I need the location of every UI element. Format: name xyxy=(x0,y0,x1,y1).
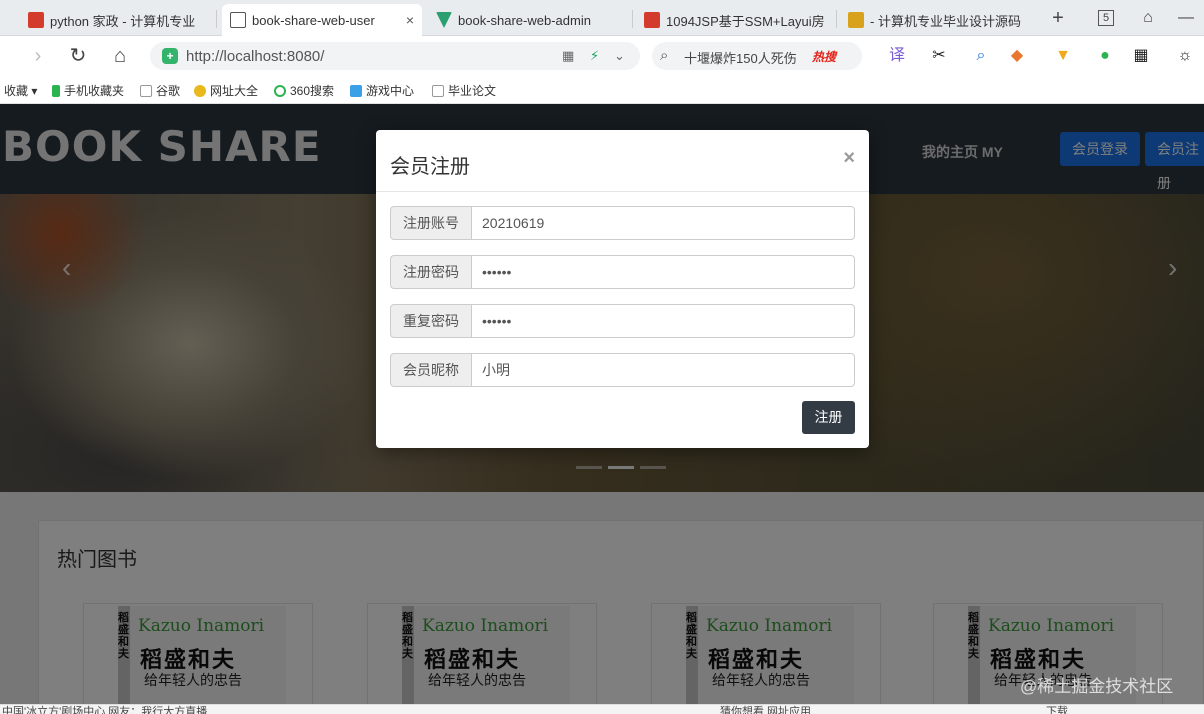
scissors-icon[interactable]: ✂ xyxy=(926,44,952,68)
page-icon xyxy=(140,85,152,97)
tab-favicon-icon xyxy=(28,12,44,28)
tab-title: book-share-web-user xyxy=(252,12,375,28)
tab-title: python 家政 - 计算机专业 xyxy=(50,13,196,29)
status-download[interactable]: 下载 xyxy=(1046,705,1068,714)
home-icon[interactable]: ⌂ xyxy=(108,44,132,68)
status-news[interactable]: 中国'冰立方'剧场中心 网友：我行大方直播 xyxy=(2,705,207,714)
modal-title: 会员注册 xyxy=(390,156,470,178)
bookmarks-bar: 收藏 ▾ 手机收藏夹 谷歌 网址大全 360搜索 游戏中心 毕业论文 xyxy=(0,76,1204,104)
site-icon xyxy=(194,85,206,97)
tab-favicon-icon xyxy=(644,12,660,28)
browser-tab[interactable]: 1094JSP基于SSM+Layui房 xyxy=(636,4,832,36)
bookmark-item[interactable]: 游戏中心 xyxy=(350,82,414,99)
tab-favicon-icon xyxy=(848,12,864,28)
game-icon[interactable]: ◆ xyxy=(1004,44,1030,68)
modal-header: 会员注册 × xyxy=(376,130,869,192)
register-modal: 会员注册 × 注册账号 20210619 注册密码 •••••• 重复密码 ••… xyxy=(376,130,869,448)
watermark: @稀土掘金技术社区 xyxy=(1020,677,1174,696)
form-row-password: 注册密码 •••••• xyxy=(390,255,855,289)
browser-tab[interactable]: - 计算机专业毕业设计源码 xyxy=(840,4,1036,36)
address-bar: › ↻ ⌂ + http://localhost:8080/ ▦ ⚡ ⌄ ⌕ 十… xyxy=(0,36,1204,76)
qr-icon[interactable]: ▦ xyxy=(562,48,574,64)
translate-icon[interactable]: 译 xyxy=(884,44,910,68)
repeat-password-input[interactable]: •••••• xyxy=(471,304,855,338)
dropdown-chevron-icon[interactable]: ⌄ xyxy=(614,48,625,64)
tab-close-icon[interactable]: × xyxy=(406,12,414,28)
web-page: BOOK SHARE 我的主页 MY 会员登录 会员注册 ‹ › 热门图书 稻盛… xyxy=(0,104,1204,704)
close-icon[interactable]: × xyxy=(843,148,855,168)
phone-icon xyxy=(52,85,60,97)
reload-icon[interactable]: ↻ xyxy=(66,44,90,68)
secure-shield-icon: + xyxy=(162,48,178,64)
page-icon xyxy=(432,85,444,97)
url-text: http://localhost:8080/ xyxy=(186,48,325,65)
game-center-icon xyxy=(350,85,362,97)
browser-tab[interactable]: python 家政 - 计算机专业 xyxy=(20,4,210,36)
tab-favicon-icon xyxy=(436,12,452,28)
form-row-account: 注册账号 20210619 xyxy=(390,206,855,240)
nickname-input[interactable]: 小明 xyxy=(471,353,855,387)
tab-title: - 计算机专业毕业设计源码 xyxy=(870,13,1021,29)
account-label: 注册账号 xyxy=(390,206,472,240)
password-input[interactable]: •••••• xyxy=(471,255,855,289)
bookmark-item[interactable]: 收藏 ▾ xyxy=(4,82,37,99)
bookmark-item[interactable]: 网址大全 xyxy=(194,82,258,99)
bookmark-item[interactable]: 谷歌 xyxy=(140,82,180,99)
forward-icon[interactable]: › xyxy=(26,44,50,68)
chat-icon[interactable]: ● xyxy=(1092,44,1118,68)
search-icon: ⌕ xyxy=(660,47,669,64)
nickname-label: 会员昵称 xyxy=(390,353,472,387)
tab-count-icon[interactable]: 5 xyxy=(1098,10,1114,26)
browser-tab-bar: python 家政 - 计算机专业 book-share-web-user × … xyxy=(0,0,1204,36)
apps-grid-icon[interactable]: ▦ xyxy=(1128,44,1154,68)
tab-favicon-icon xyxy=(230,12,246,28)
form-row-nickname: 会员昵称 小明 xyxy=(390,353,855,387)
bookmark-item[interactable]: 手机收藏夹 xyxy=(52,82,124,99)
bookmark-item[interactable]: 360搜索 xyxy=(274,82,334,99)
hot-search-badge[interactable]: 热搜 xyxy=(812,48,836,65)
repeat-password-label: 重复密码 xyxy=(390,304,472,338)
search-text: 十堰爆炸150人死伤 xyxy=(684,51,797,66)
browser-tab-active[interactable]: book-share-web-user × xyxy=(222,4,422,36)
shield-icon[interactable]: ▼ xyxy=(1050,44,1076,68)
password-label: 注册密码 xyxy=(390,255,472,289)
search360-icon xyxy=(274,85,286,97)
lightning-icon[interactable]: ⚡ xyxy=(590,48,599,64)
minimize-icon[interactable]: — xyxy=(1176,8,1196,28)
magnifier-icon[interactable]: ⌕ xyxy=(968,44,994,68)
status-bar: 中国'冰立方'剧场中心 网友：我行大方直播 猜你想看 网址应用 下载 xyxy=(0,704,1204,714)
search-box[interactable]: ⌕ 十堰爆炸150人死伤 热搜 xyxy=(652,42,862,70)
tab-title: 1094JSP基于SSM+Layui房 xyxy=(666,13,825,29)
new-tab-icon[interactable]: + xyxy=(1048,8,1068,28)
url-input[interactable]: + http://localhost:8080/ ▦ ⚡ ⌄ xyxy=(150,42,640,70)
submit-register-button[interactable]: 注册 xyxy=(802,401,855,434)
account-input[interactable]: 20210619 xyxy=(471,206,855,240)
browser-tab[interactable]: book-share-web-admin xyxy=(428,4,628,36)
shirt-icon[interactable]: ⌂ xyxy=(1138,8,1158,28)
bookmark-item[interactable]: 毕业论文 xyxy=(432,82,496,99)
tab-title: book-share-web-admin xyxy=(458,12,591,28)
status-right-links[interactable]: 猜你想看 网址应用 xyxy=(720,705,811,714)
settings-icon[interactable]: ☼ xyxy=(1172,44,1198,68)
form-row-repeat-password: 重复密码 •••••• xyxy=(390,304,855,338)
